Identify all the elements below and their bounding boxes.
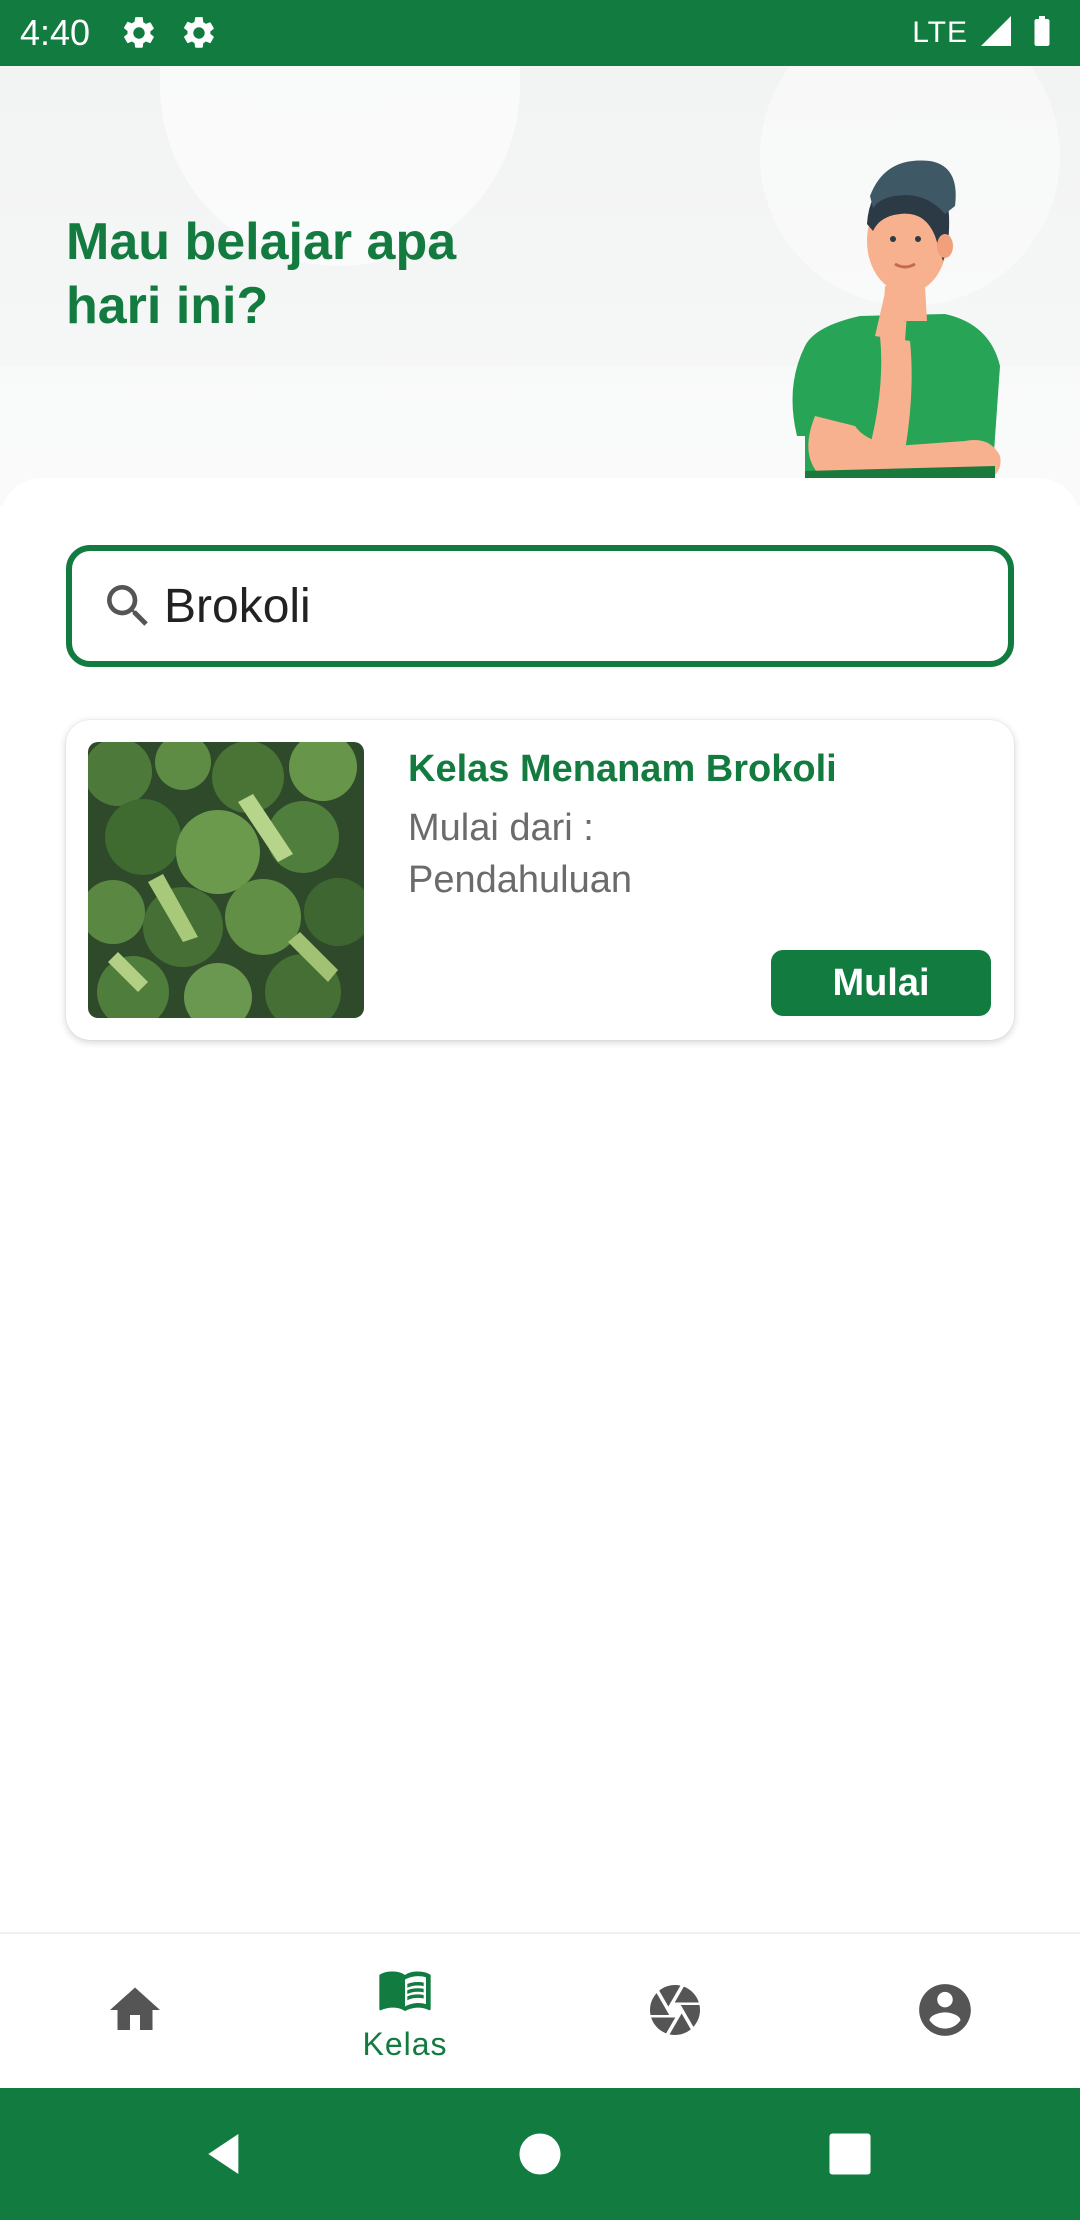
- bottom-navigation: Kelas: [0, 1932, 1080, 2088]
- title-line-2: hari ini?: [66, 277, 269, 335]
- account-icon: [914, 1979, 976, 2046]
- home-circle-icon[interactable]: [510, 2124, 570, 2184]
- course-title: Kelas Menanam Brokoli: [408, 748, 837, 790]
- back-icon[interactable]: [195, 2124, 255, 2184]
- camera-shutter-icon: [645, 1980, 705, 2045]
- network-type: LTE: [912, 16, 968, 49]
- page-title: Mau belajar apa hari ini?: [66, 210, 526, 338]
- content-sheet: Kelas Menanam Brokoli Mulai dari : Penda…: [0, 478, 1080, 1938]
- battery-icon: [1024, 11, 1060, 56]
- book-icon: [373, 1961, 437, 2022]
- nav-item-home[interactable]: [0, 1934, 270, 2090]
- nav-label-kelas: Kelas: [362, 2026, 448, 2062]
- hero-banner: Mau belajar apa hari ini?: [0, 66, 1080, 506]
- gear-icon: [180, 14, 218, 52]
- status-bar: 4:40 LTE: [0, 0, 1080, 66]
- signal-icon: [978, 13, 1014, 54]
- search-input[interactable]: [164, 578, 964, 634]
- start-course-button[interactable]: Mulai: [771, 950, 991, 1016]
- screen: 4:40 LTE Mau belajar apa hari ini? Broko…: [0, 0, 1080, 2220]
- broccoli-photo: [88, 742, 364, 1018]
- status-right: LTE: [912, 11, 1060, 56]
- thinking-person-illustration: [775, 136, 1025, 506]
- home-icon: [105, 1980, 165, 2045]
- course-progress-label: Mulai dari :: [408, 807, 594, 849]
- course-progress-chapter: Pendahuluan: [408, 859, 632, 901]
- gear-icon: [120, 14, 158, 52]
- nav-item-kelas[interactable]: Kelas: [270, 1934, 540, 2090]
- recents-square-icon[interactable]: [820, 2124, 880, 2184]
- system-navigation-bar: [0, 2088, 1080, 2220]
- search-box[interactable]: [66, 545, 1014, 667]
- title-line-1: Mau belajar apa: [66, 213, 457, 271]
- nav-item-camera[interactable]: [540, 1934, 810, 2090]
- search-icon: [100, 578, 156, 634]
- status-time: 4:40: [20, 12, 91, 53]
- nav-item-profile[interactable]: [810, 1934, 1080, 2090]
- course-card[interactable]: Kelas Menanam Brokoli Mulai dari : Penda…: [66, 720, 1014, 1040]
- course-progress: Mulai dari : Pendahuluan: [408, 802, 632, 906]
